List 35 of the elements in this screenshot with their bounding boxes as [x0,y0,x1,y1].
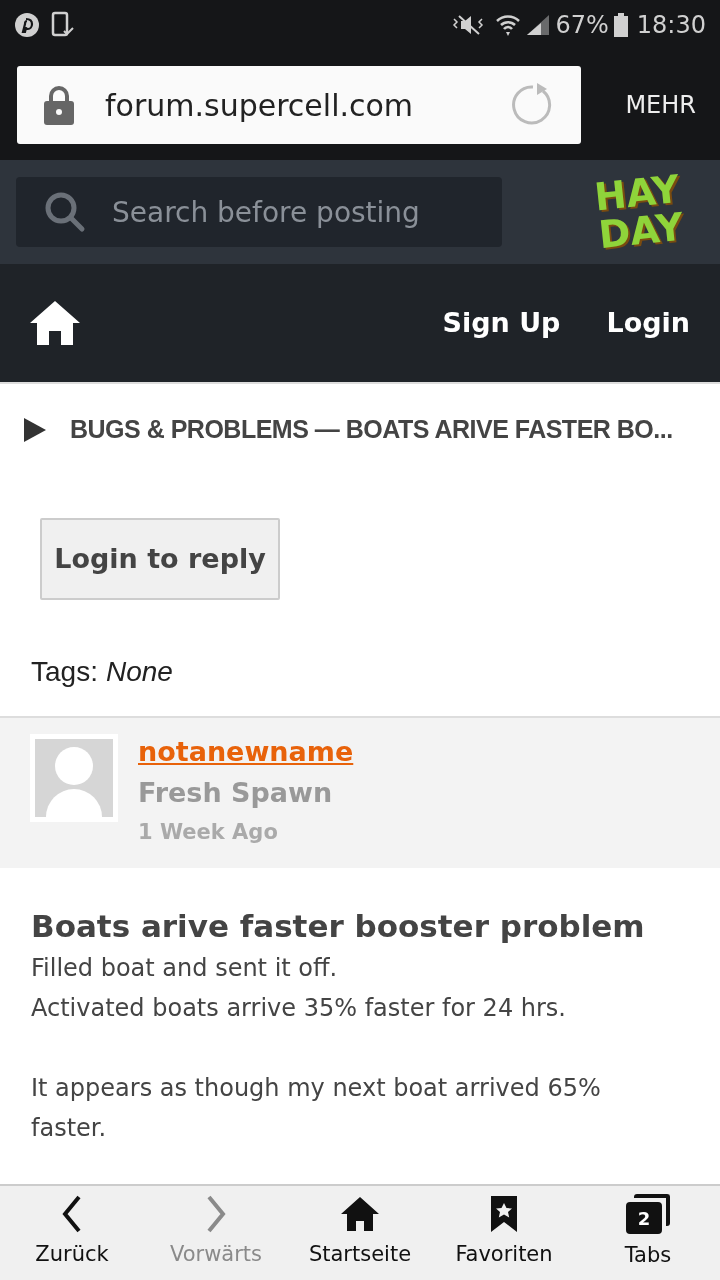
pinterest-icon [14,12,40,38]
author-rank: Fresh Spawn [138,776,334,810]
breadcrumb: BUGS & PROBLEMS — BOATS ARIVE FASTER BO... [70,414,673,446]
search-field[interactable]: Search before posting [16,177,502,247]
home-icon[interactable] [30,301,80,345]
toolbar-button[interactable]: Startseite [288,1186,432,1280]
phone-download-icon [50,11,76,39]
toolbar-button[interactable]: Favoriten [432,1186,576,1280]
post-text: Filled boat and sent it off. [31,953,339,984]
post-text: Activated boats arrive 35% faster for 24 hrs. [31,993,567,1024]
search-icon [44,191,86,233]
signal-icon [525,13,552,37]
more-menu-button[interactable]: MEHR [625,87,696,123]
triangle-icon [24,418,46,442]
mute-vibrate-icon [451,13,486,37]
wifi-icon [495,12,522,38]
nav-link[interactable]: Login [606,302,690,344]
lock-icon [43,85,75,125]
home-icon [341,1195,379,1234]
post-text: It appears as though my next boat arrived 65% faster. [31,1073,602,1144]
toolbar-button[interactable]: Zurück [0,1186,144,1280]
avatar-icon [30,734,118,822]
battery-percentage: 67% [555,10,609,41]
toolbar-button[interactable]: 2 Tabs [576,1186,720,1280]
url-text: forum.supercell.com [105,86,415,125]
clock: 18:30 [636,10,706,41]
address-bar[interactable]: forum.supercell.com [17,66,581,144]
tags-label: Tags: [31,655,98,689]
login-to-reply-button[interactable]: Login to reply [40,518,280,600]
post-time: 1 Week Ago [138,819,279,846]
post-title: Boats arive faster booster problem [31,907,646,946]
tags-value: None [105,655,173,689]
nav-link[interactable]: Sign Up [442,302,561,344]
logo[interactable]: HAY DAY [580,168,698,256]
battery-icon [612,12,629,38]
